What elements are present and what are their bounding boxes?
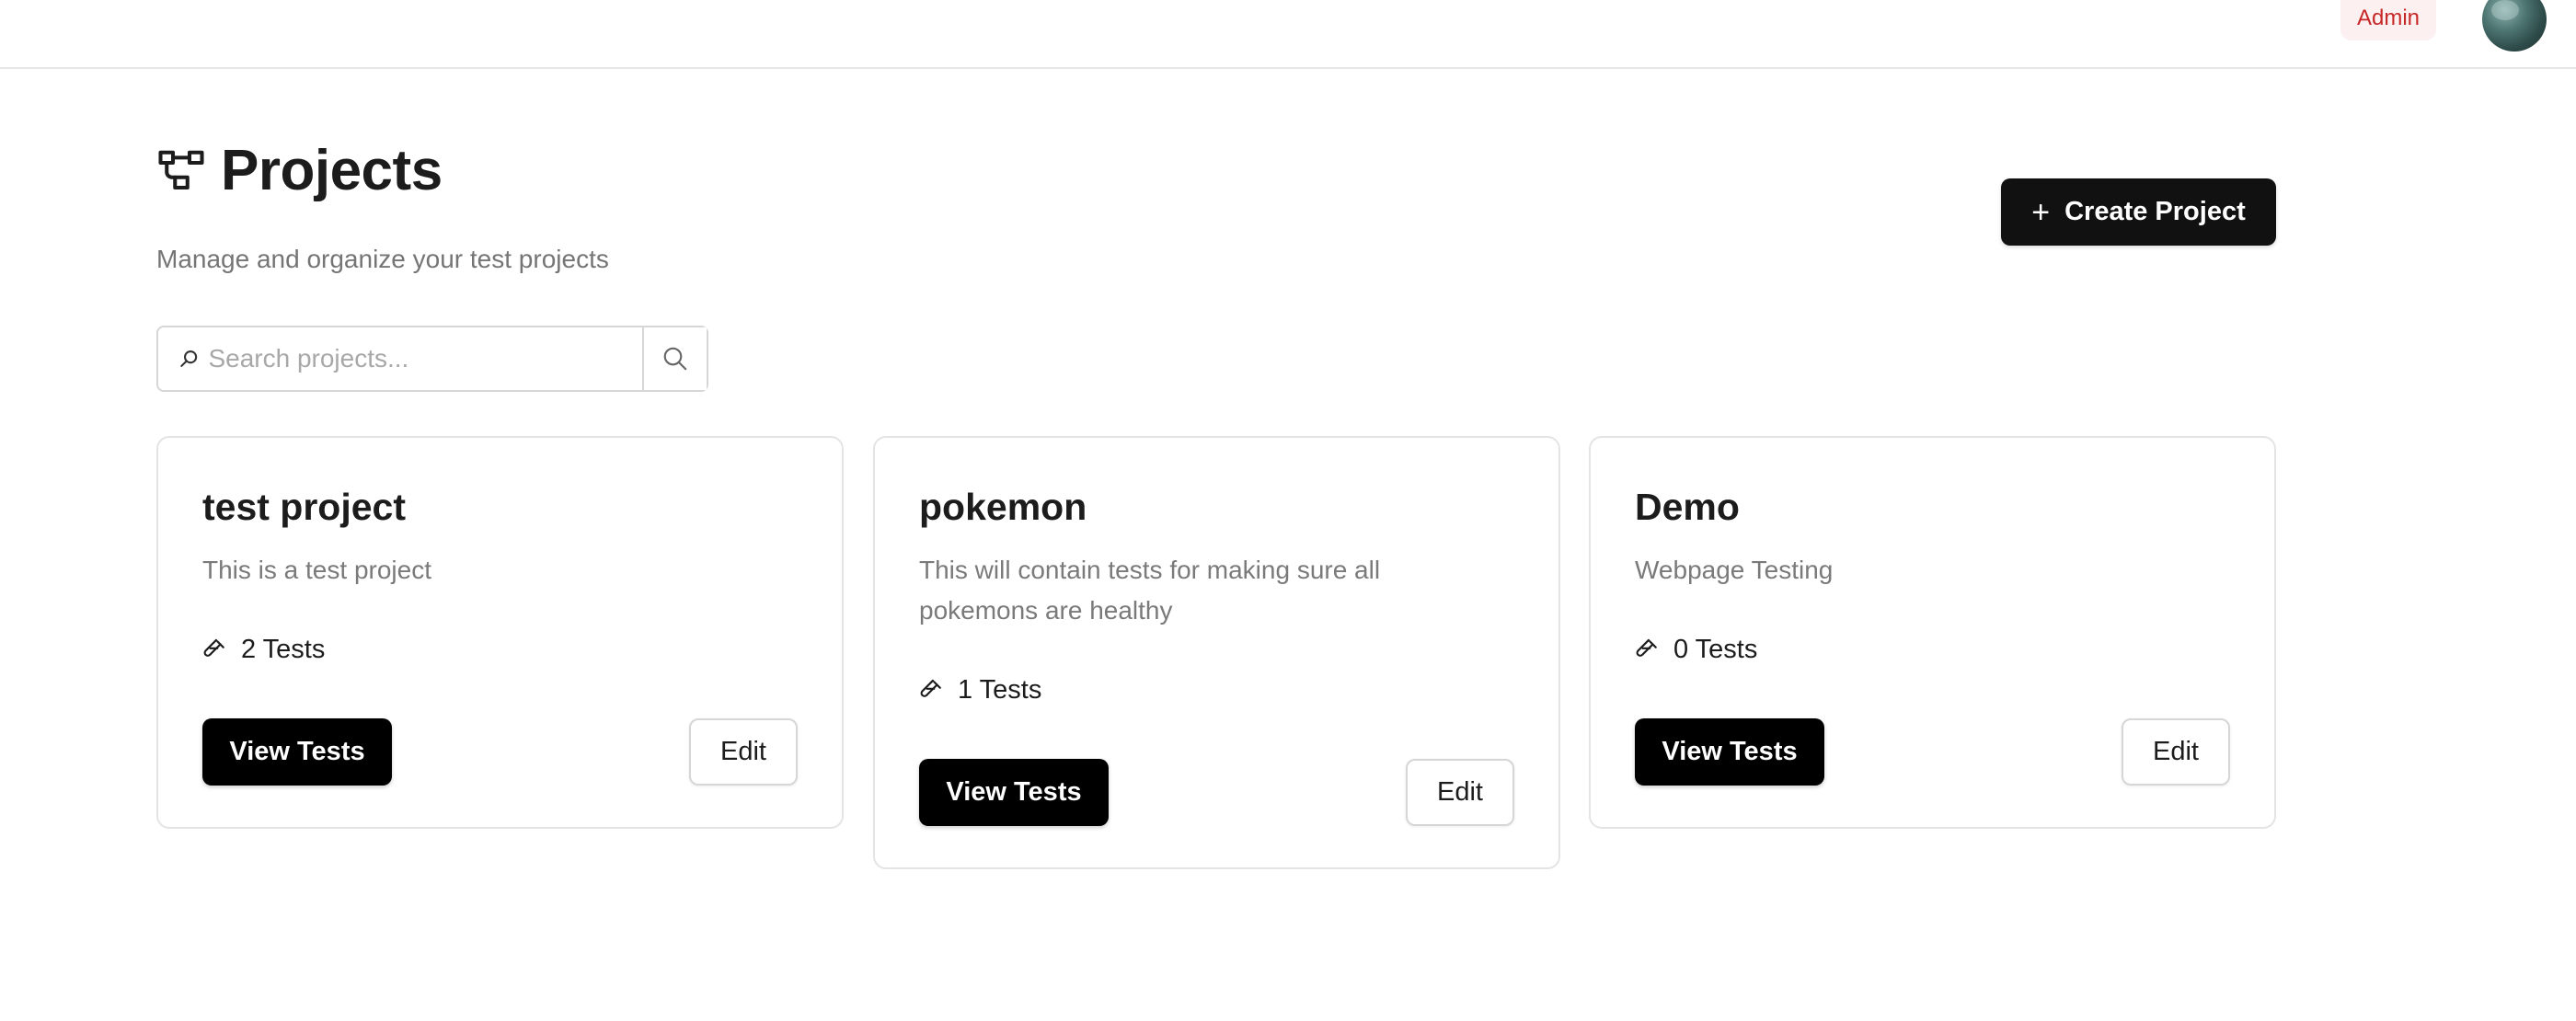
project-card: pokemon This will contain tests for maki… [873, 436, 1560, 869]
project-name: Demo [1635, 486, 1740, 528]
test-count-label: 1 Tests [958, 675, 1042, 705]
project-test-count: 0 Tests [1635, 635, 1757, 665]
page-header: Projects [156, 138, 443, 203]
top-bar: Admin [0, 0, 2576, 69]
create-project-label: Create Project [2064, 197, 2246, 226]
plus-icon: + [2031, 194, 2051, 230]
project-test-count: 2 Tests [202, 635, 325, 665]
test-count-label: 0 Tests [1673, 635, 1758, 664]
edit-button[interactable]: Edit [689, 718, 798, 786]
test-tube-icon [920, 679, 941, 697]
test-count-label: 2 Tests [241, 635, 326, 664]
project-description: This is a test project [202, 556, 431, 584]
view-tests-button[interactable]: View Tests [1635, 718, 1824, 786]
test-tube-icon [1636, 638, 1657, 657]
view-tests-button[interactable]: View Tests [202, 718, 392, 786]
view-tests-button[interactable]: View Tests [919, 759, 1109, 826]
create-project-button[interactable]: + Create Project [2001, 178, 2276, 246]
admin-badge: Admin [2340, 0, 2437, 40]
project-name: pokemon [919, 486, 1087, 528]
project-name: test project [202, 486, 406, 528]
edit-button[interactable]: Edit [1406, 759, 1514, 826]
search-input[interactable] [208, 344, 642, 373]
project-description: This will contain tests for making sure … [919, 556, 1381, 625]
search-bar [156, 326, 708, 392]
test-tube-icon [203, 638, 224, 657]
search-button[interactable] [642, 327, 707, 390]
project-card: Demo Webpage Testing 0 Tests View Tests … [1589, 436, 2276, 829]
edit-button[interactable]: Edit [2122, 718, 2230, 786]
project-card: test project This is a test project 2 Te… [156, 436, 844, 829]
page-title: Projects [221, 139, 443, 202]
page-subtitle: Manage and organize your test projects [156, 245, 609, 273]
workflow-icon [158, 150, 204, 189]
user-avatar[interactable] [2482, 0, 2547, 52]
search-field-wrap [158, 327, 642, 390]
search-icon [180, 350, 198, 367]
project-description: Webpage Testing [1635, 556, 1834, 584]
search-icon [663, 347, 687, 371]
project-test-count: 1 Tests [919, 675, 1041, 706]
